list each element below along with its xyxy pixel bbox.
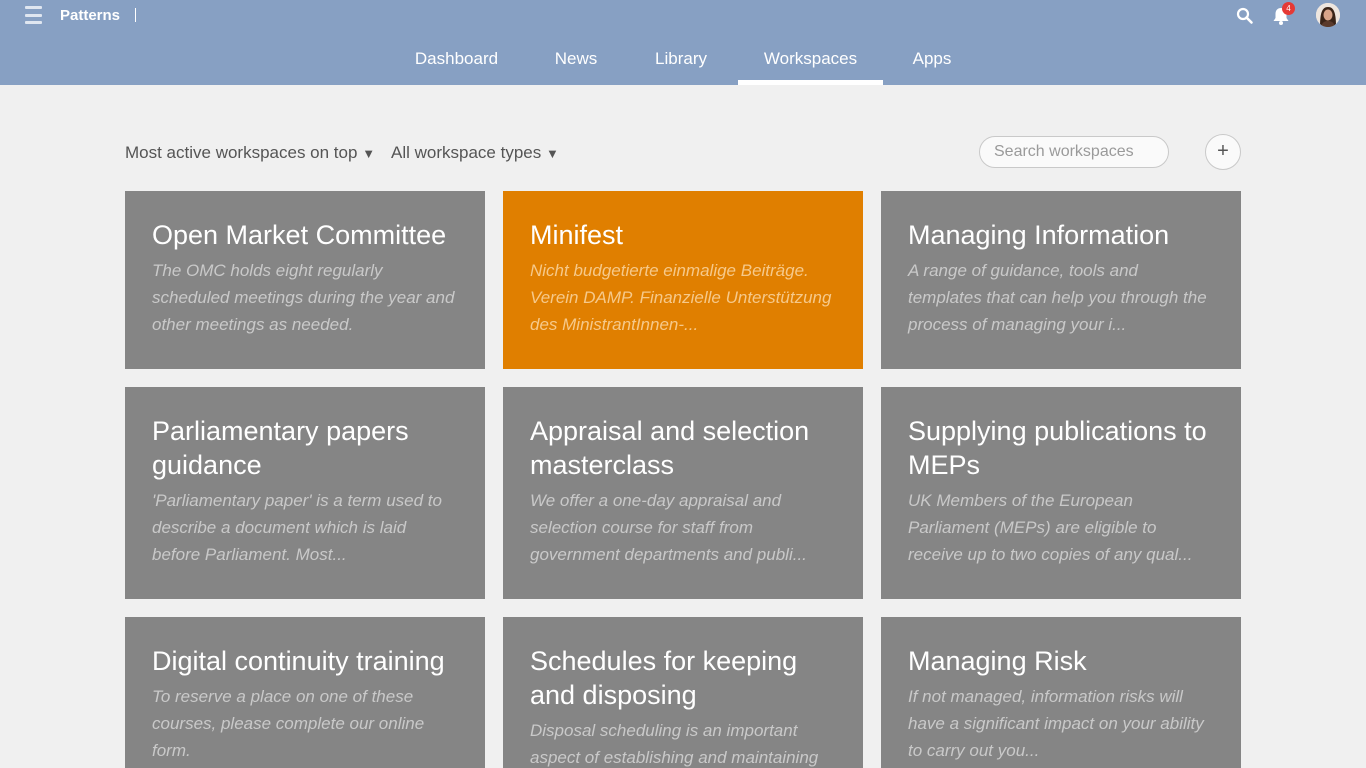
workspace-card[interactable]: Parliamentary papers guidance 'Parliamen… [125, 387, 485, 599]
card-title: Supplying publications to MEPs [908, 416, 1207, 480]
card-description: Nicht budgetierte einmalige Beiträge. Ve… [530, 261, 832, 334]
type-dropdown[interactable]: All workspace types ▼ [391, 142, 559, 165]
nav-workspaces[interactable]: Workspaces [738, 40, 883, 85]
top-bar: Patterns 4 Dashboard News Library Worksp… [0, 0, 1366, 85]
workspace-card[interactable]: Managing Information A range of guidance… [881, 191, 1241, 369]
user-avatar[interactable] [1316, 3, 1340, 27]
card-title: Minifest [530, 220, 624, 250]
card-description: 'Parliamentary paper' is a term used to … [152, 491, 442, 564]
chevron-down-icon: ▼ [362, 146, 376, 161]
workspace-card[interactable]: Digital continuity training To reserve a… [125, 617, 485, 768]
nav-library[interactable]: Library [643, 40, 719, 85]
workspace-card[interactable]: Minifest Nicht budgetierte einmalige Bei… [503, 191, 863, 369]
nav-apps[interactable]: Apps [901, 40, 963, 85]
hamburger-icon[interactable] [25, 6, 42, 24]
card-title: Appraisal and selection masterclass [530, 416, 810, 480]
card-description: Disposal scheduling is an important aspe… [530, 721, 819, 767]
brand-name[interactable]: Patterns [60, 6, 120, 26]
card-title: Digital continuity training [152, 646, 445, 676]
card-title: Open Market Committee [152, 220, 447, 250]
chevron-down-icon: ▼ [545, 146, 559, 161]
notification-badge: 4 [1282, 2, 1295, 15]
main-nav: Dashboard News Library Workspaces Apps [0, 40, 1366, 85]
sort-dropdown-label: Most active workspaces on top [125, 143, 358, 162]
card-title: Parliamentary papers guidance [152, 416, 409, 480]
card-description: UK Members of the European Parliament (M… [908, 491, 1193, 564]
workspace-card[interactable]: Managing Risk If not managed, informatio… [881, 617, 1241, 768]
search-workspaces-input[interactable] [979, 136, 1169, 168]
card-description: To reserve a place on one of these cours… [152, 687, 425, 760]
workspace-card[interactable]: Appraisal and selection masterclass We o… [503, 387, 863, 599]
nav-news[interactable]: News [541, 40, 611, 85]
nav-dashboard[interactable]: Dashboard [404, 40, 509, 85]
search-icon[interactable] [1236, 7, 1254, 25]
card-description: If not managed, information risks will h… [908, 687, 1204, 760]
card-title: Managing Risk [908, 646, 1087, 676]
workspace-card[interactable]: Supplying publications to MEPs UK Member… [881, 387, 1241, 599]
type-dropdown-label: All workspace types [391, 143, 542, 162]
workspace-card[interactable]: Schedules for keeping and disposing Disp… [503, 617, 863, 768]
card-title: Managing Information [908, 220, 1170, 250]
brand-divider [135, 8, 136, 22]
card-description: We offer a one-day appraisal and selecti… [530, 491, 807, 564]
sort-dropdown[interactable]: Most active workspaces on top ▼ [125, 142, 375, 165]
card-description: A range of guidance, tools and templates… [908, 261, 1207, 334]
card-description: The OMC holds eight regularly scheduled … [152, 261, 455, 334]
add-workspace-button[interactable]: + [1205, 134, 1241, 170]
card-title: Schedules for keeping and disposing [530, 646, 798, 710]
workspace-card[interactable]: Open Market Committee The OMC holds eigh… [125, 191, 485, 369]
